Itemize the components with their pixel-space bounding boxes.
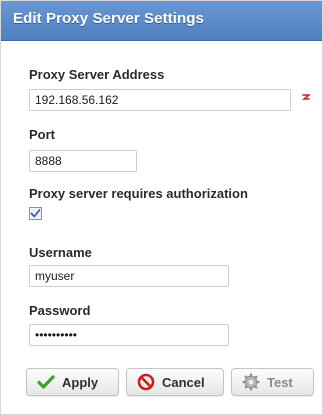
gear-icon <box>242 373 260 391</box>
proxy-address-input[interactable] <box>29 89 291 111</box>
username-label: Username <box>29 245 92 260</box>
cancel-button-label: Cancel <box>162 374 205 390</box>
dialog-title: Edit Proxy Server Settings <box>13 10 205 27</box>
cancel-button[interactable]: Cancel <box>126 368 224 396</box>
test-button[interactable]: Test <box>231 368 314 396</box>
username-input[interactable] <box>29 265 229 287</box>
edit-proxy-dialog: Edit Proxy Server Settings Proxy Server … <box>0 0 323 415</box>
apply-button-label: Apply <box>62 374 99 390</box>
checkmark-icon <box>37 373 55 391</box>
auth-required-checkbox[interactable] <box>29 207 42 220</box>
checkbox-check-icon <box>30 209 41 218</box>
proxy-address-label: Proxy Server Address <box>29 67 165 82</box>
auth-required-label: Proxy server requires authorization <box>29 186 248 201</box>
test-button-label: Test <box>267 374 293 390</box>
dialog-title-bar: Edit Proxy Server Settings <box>1 1 322 41</box>
port-label: Port <box>29 127 55 142</box>
port-input[interactable] <box>29 150 137 172</box>
prohibited-icon <box>137 373 155 391</box>
password-input[interactable] <box>29 324 229 346</box>
apply-button[interactable]: Apply <box>26 368 119 396</box>
required-marker-icon <box>301 90 312 100</box>
password-label: Password <box>29 303 91 318</box>
